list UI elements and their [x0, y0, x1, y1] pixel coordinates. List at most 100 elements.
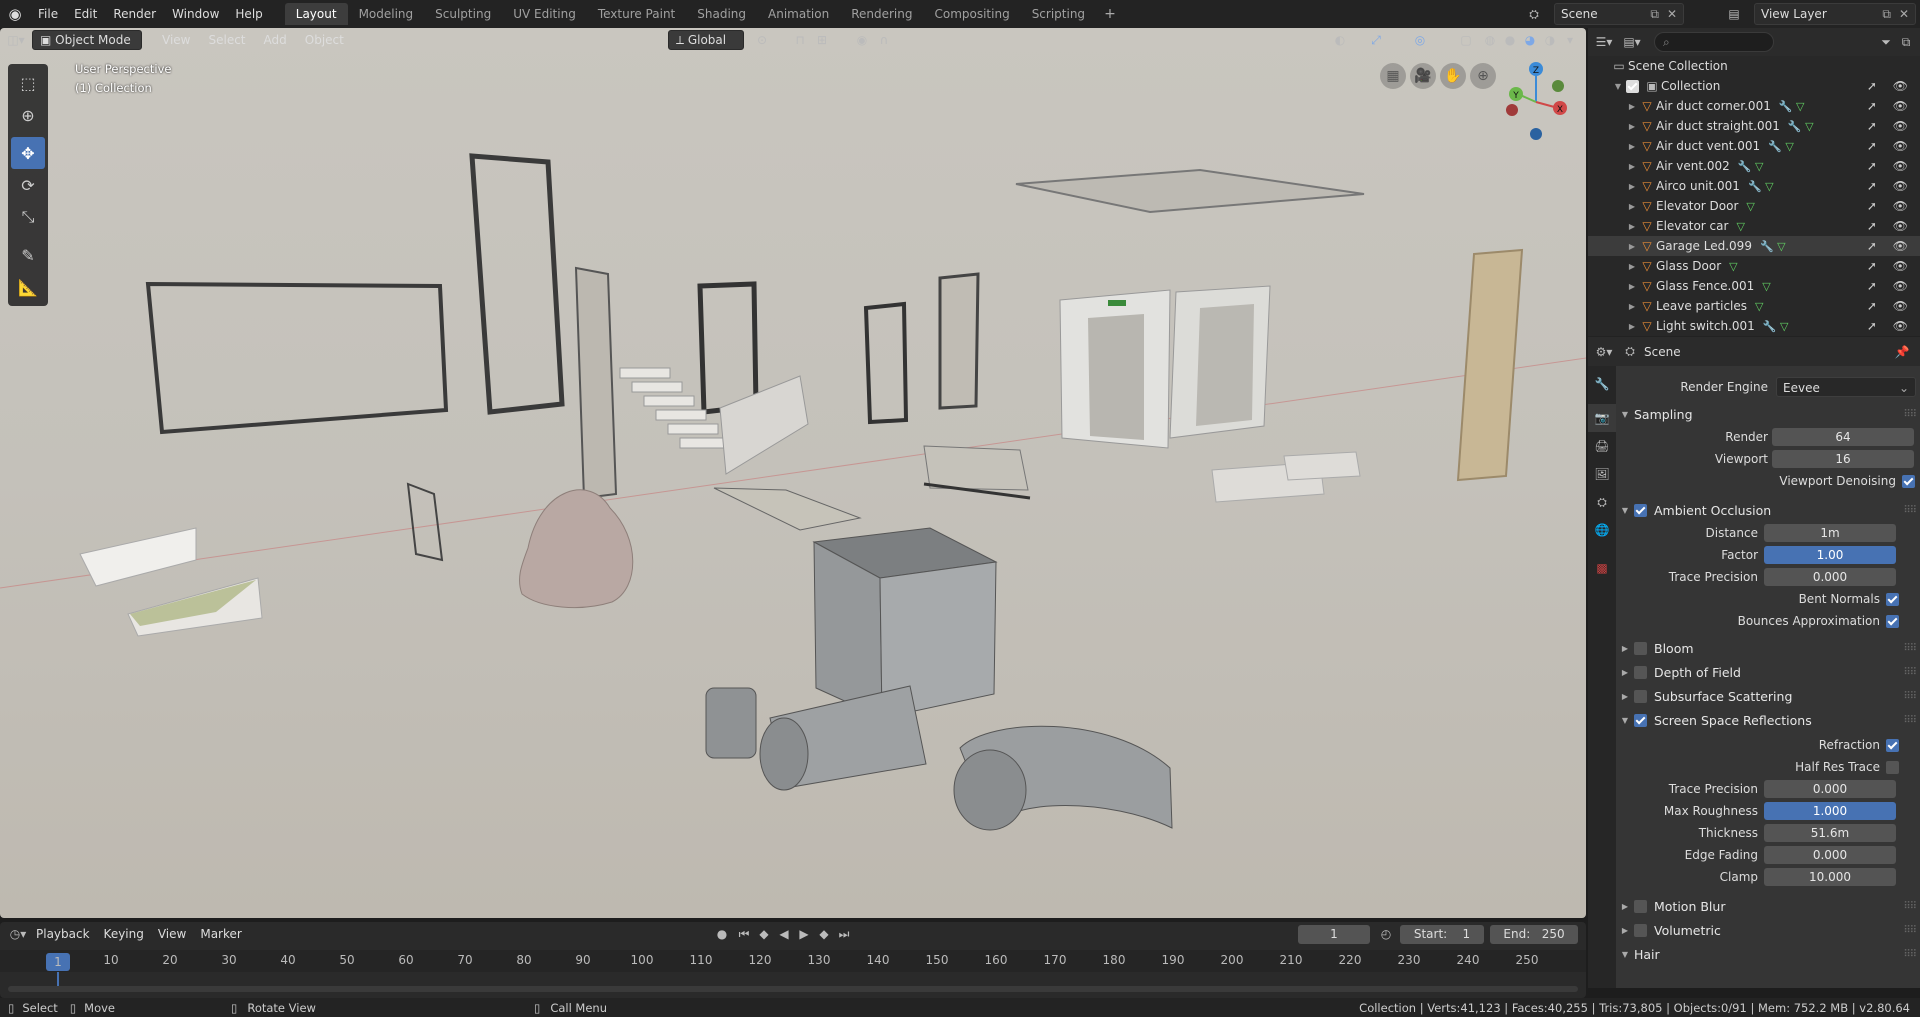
drag-handle[interactable]: ⠿⠿ [1903, 409, 1917, 420]
pin-icon[interactable]: 📌 [1892, 342, 1912, 362]
drag-handle[interactable]: ⠿⠿ [1903, 901, 1917, 912]
outliner-item[interactable]: ▶ ▽ Elevator car ▽ ➚ 👁 [1588, 216, 1920, 236]
mode-dropdown[interactable]: ▣ Object Mode [32, 30, 142, 50]
snap-target-icon[interactable]: ⊞ [812, 30, 832, 50]
menu-view[interactable]: View [158, 927, 186, 941]
volumetric-checkbox[interactable] [1634, 923, 1647, 937]
rendered-shading-icon[interactable]: ◑ [1540, 30, 1560, 50]
expand-icon[interactable]: ▶ [1626, 282, 1638, 291]
menu-marker[interactable]: Marker [200, 927, 241, 941]
ssr-panel-header[interactable]: ▼ Screen Space Reflections ⠿⠿ [1616, 708, 1920, 732]
expand-icon[interactable]: ▶ [1626, 142, 1638, 151]
output-tab-icon[interactable]: 🖨 [1588, 432, 1616, 460]
outliner-item[interactable]: ▶ ▽ Airco unit.001 🔧 ▽ ➚ 👁 [1588, 176, 1920, 196]
ao-panel-header[interactable]: ▼ Ambient Occlusion ⠿⠿ [1616, 498, 1920, 522]
expand-icon[interactable]: ▶ [1626, 222, 1638, 231]
outliner-item[interactable]: ▶ ▽ Air duct straight.001 🔧 ▽ ➚ 👁 [1588, 116, 1920, 136]
viewport-denoising-checkbox[interactable] [1902, 474, 1915, 488]
3d-viewport[interactable]: ◫▾ ▣ Object Mode View Select Add Object … [0, 28, 1586, 918]
clock-icon[interactable]: ◷▾ [8, 924, 28, 944]
mesh-data-icon[interactable]: ▽ [1746, 200, 1754, 213]
expand-icon[interactable]: ▶ [1626, 102, 1638, 111]
copy-icon[interactable]: ⧉ [1650, 7, 1659, 22]
sss-panel-header[interactable]: ▶ Subsurface Scattering ⠿⠿ [1616, 684, 1920, 708]
solid-shading-icon[interactable]: ● [1500, 30, 1520, 50]
tab-scripting[interactable]: Scripting [1021, 3, 1096, 25]
close-icon[interactable]: ✕ [1667, 7, 1677, 21]
mesh-data-icon[interactable]: ▽ [1780, 320, 1788, 333]
scene-collection-row[interactable]: ▭ Scene Collection [1588, 56, 1920, 76]
expand-icon[interactable]: ▶ [1626, 182, 1638, 191]
current-frame-field[interactable]: 1 [1298, 925, 1370, 944]
volumetric-panel-header[interactable]: ▶ Volumetric ⠿⠿ [1616, 918, 1920, 942]
annotate-tool-icon[interactable]: ✎ [11, 239, 45, 271]
edge-fading-field[interactable]: 0.000 [1764, 846, 1896, 864]
ao-checkbox[interactable] [1634, 503, 1647, 517]
menu-keying[interactable]: Keying [104, 927, 144, 941]
sampling-render-field[interactable]: 64 [1772, 428, 1914, 446]
menu-object[interactable]: Object [297, 30, 352, 50]
view-layer-icon[interactable]: ▤ [1724, 4, 1744, 24]
row-visibility[interactable]: ➚ 👁 [1867, 99, 1914, 113]
expand-icon[interactable]: ▶ [1626, 322, 1638, 331]
timeline-scrollbar[interactable] [8, 986, 1578, 992]
tab-texture-paint[interactable]: Texture Paint [587, 3, 686, 25]
blender-logo-icon[interactable]: ◉ [0, 0, 30, 28]
texture-tab-icon[interactable]: ▩ [1588, 554, 1616, 582]
mesh-data-icon[interactable]: ▽ [1736, 220, 1744, 233]
jump-start-icon[interactable]: ⏮ [734, 924, 754, 944]
drag-handle[interactable]: ⠿⠿ [1903, 949, 1917, 960]
menu-add[interactable]: Add [256, 30, 295, 50]
row-visibility[interactable]: ➚ 👁 [1867, 79, 1914, 93]
row-visibility[interactable]: ➚ 👁 [1867, 199, 1914, 213]
snap-icon[interactable]: ⊓ [790, 30, 810, 50]
ao-trace-field[interactable]: 0.000 [1764, 568, 1896, 586]
sampling-panel-header[interactable]: ▼ Sampling ⠿⠿ [1616, 402, 1920, 426]
tab-rendering[interactable]: Rendering [840, 3, 923, 25]
sss-checkbox[interactable] [1634, 689, 1647, 703]
row-visibility[interactable]: ➚ 👁 [1867, 119, 1914, 133]
stopwatch-icon[interactable]: ◴ [1376, 924, 1396, 944]
mesh-data-icon[interactable]: ▽ [1765, 180, 1773, 193]
current-frame-indicator[interactable]: 1 [46, 953, 70, 971]
row-visibility[interactable]: ➚ 👁 [1867, 219, 1914, 233]
refraction-checkbox[interactable] [1886, 738, 1899, 752]
row-visibility[interactable]: ➚ 👁 [1867, 239, 1914, 253]
menu-render[interactable]: Render [105, 0, 164, 28]
falloff-icon[interactable]: ∩ [874, 30, 894, 50]
modifier-icon[interactable]: 🔧 [1738, 160, 1752, 173]
visibility-icon[interactable]: ◐ [1330, 30, 1350, 50]
drag-handle[interactable]: ⠿⠿ [1903, 667, 1917, 678]
dof-checkbox[interactable] [1634, 665, 1647, 679]
record-icon[interactable]: ● [712, 924, 732, 944]
expand-icon[interactable]: ▶ [1626, 262, 1638, 271]
expand-icon[interactable]: ▶ [1626, 242, 1638, 251]
ao-distance-field[interactable]: 1m [1764, 524, 1896, 542]
prev-keyframe-icon[interactable]: ◆ [754, 924, 774, 944]
bloom-checkbox[interactable] [1634, 641, 1647, 655]
close-icon[interactable]: ✕ [1899, 7, 1909, 21]
drag-handle[interactable]: ⠿⠿ [1903, 691, 1917, 702]
outliner-item[interactable]: ▶ ▽ Glass Fence.001 ▽ ➚ 👁 [1588, 276, 1920, 296]
outliner-item[interactable]: ▶ ▽ Leave particles ▽ ➚ 👁 [1588, 296, 1920, 316]
menu-view[interactable]: View [154, 30, 198, 50]
row-visibility[interactable]: ➚ 👁 [1867, 299, 1914, 313]
pivot-icon[interactable]: ⊙ [752, 30, 772, 50]
menu-window[interactable]: Window [164, 0, 227, 28]
render-engine-dropdown[interactable]: Eevee ⌄ [1776, 377, 1916, 397]
scene-tab-icon[interactable]: ⛭ [1588, 488, 1616, 516]
copy-icon[interactable]: ⧉ [1882, 7, 1891, 22]
drag-handle[interactable]: ⠿⠿ [1903, 715, 1917, 726]
bounces-checkbox[interactable] [1886, 614, 1899, 628]
motion-blur-panel-header[interactable]: ▶ Motion Blur ⠿⠿ [1616, 894, 1920, 918]
tab-animation[interactable]: Animation [757, 3, 840, 25]
expand-icon[interactable]: ▶ [1626, 122, 1638, 131]
scene-icon[interactable]: ⛭ [1524, 4, 1544, 24]
dof-panel-header[interactable]: ▶ Depth of Field ⠿⠿ [1616, 660, 1920, 684]
tab-compositing[interactable]: Compositing [923, 3, 1020, 25]
mesh-data-icon[interactable]: ▽ [1729, 260, 1737, 273]
row-visibility[interactable]: ➚ 👁 [1867, 259, 1914, 273]
outliner-item[interactable]: ▶ ▽ Garage Led.099 🔧 ▽ ➚ 👁 [1588, 236, 1920, 256]
menu-edit[interactable]: Edit [66, 0, 105, 28]
shading-options-icon[interactable]: ▾ [1560, 30, 1580, 50]
